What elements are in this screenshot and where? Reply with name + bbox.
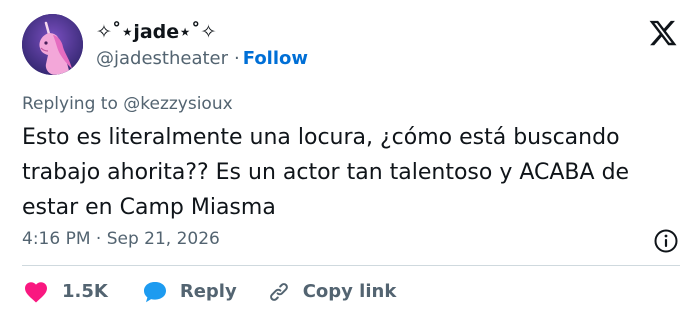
like-button[interactable]: 1.5K (22, 279, 108, 305)
reply-label: Reply (179, 281, 237, 302)
copy-link-button[interactable]: Copy link (267, 279, 397, 305)
tweet-timestamp[interactable]: 4:16 PM · Sep 21, 2026 (22, 227, 220, 251)
tweet-text: Esto es literalmente una locura, ¿cómo e… (22, 125, 630, 220)
reply-context: Replying to @kezzysioux (22, 92, 233, 116)
author-display-name[interactable]: ✧˚⋆jade⋆˚✧ (96, 20, 216, 44)
link-icon (269, 283, 288, 301)
copy-link-label: Copy link (302, 281, 397, 302)
unicorn-avatar-image (22, 14, 83, 75)
handle-separator: · (234, 48, 240, 69)
divider (22, 265, 680, 266)
speech-bubble-icon (143, 282, 166, 303)
tweet-actions: 1.5K Reply Copy link (22, 277, 396, 307)
reply-button[interactable]: Reply (142, 279, 237, 305)
avatar[interactable] (22, 14, 83, 75)
heart-icon (25, 282, 47, 303)
follow-button[interactable]: Follow (243, 48, 308, 69)
author-handle-row: @jadestheater · Follow (96, 46, 308, 72)
author-handle[interactable]: @jadestheater (96, 48, 228, 69)
reply-prefix: Replying to (22, 94, 118, 114)
x-logo-icon[interactable] (648, 18, 678, 48)
reply-to-handle[interactable]: @kezzysioux (123, 94, 232, 114)
like-count: 1.5K (62, 281, 108, 302)
info-icon[interactable] (653, 228, 679, 254)
